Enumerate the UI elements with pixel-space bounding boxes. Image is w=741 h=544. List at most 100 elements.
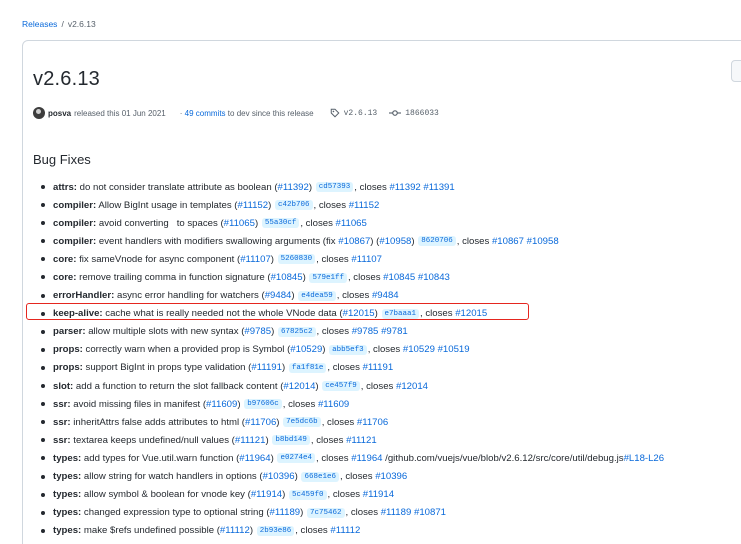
breadcrumb-separator: / [61,19,64,29]
issue-link[interactable]: #10871 [414,507,446,518]
issue-link[interactable]: #11391 [423,182,454,193]
issue-link[interactable]: #10958 [527,236,559,247]
issue-link[interactable]: #9785 [244,326,271,337]
issue-link[interactable]: #11065 [224,218,255,229]
avatar[interactable] [33,107,45,119]
issue-link[interactable]: #11609 [206,399,237,410]
commits-link[interactable]: 49 commits [185,109,226,118]
fix-scope: types: [53,471,82,483]
issue-link[interactable]: #10529 [403,344,435,355]
commit-hash-link[interactable]: 5260830 [277,254,316,265]
issue-link[interactable]: #10843 [418,272,450,283]
fix-scope: compiler: [53,217,97,229]
issue-link[interactable]: #11065 [336,218,367,229]
issue-link[interactable]: #11914 [251,489,282,500]
issue-link[interactable]: #9484 [372,290,399,301]
breadcrumb: Releases / v2.6.13 [22,19,96,29]
commit-hash-link[interactable]: fa1f81e [288,362,327,373]
issue-link[interactable]: #11112 [330,525,360,536]
list-item: compiler: event handlers with modifiers … [40,232,740,250]
issue-link[interactable]: #10396 [375,471,407,482]
breadcrumb-releases-link[interactable]: Releases [22,19,57,29]
list-item: ssr: avoid missing files in manifest (#1… [40,395,740,413]
fix-text: ) [268,199,274,211]
issue-link[interactable]: #11392 [389,182,420,193]
commits-suffix: to dev since this release [227,108,314,118]
issue-link[interactable]: #11609 [318,399,349,410]
fix-text: , closes [316,326,352,338]
commit-hash-link[interactable]: cd57393 [315,182,354,193]
fix-text: allow symbol & boolean for vnode key ( [81,489,251,501]
commit-hash-link[interactable]: 7e5dc6b [283,417,321,428]
release-tag[interactable]: v2.6.13 [344,109,378,118]
commit-hash-link[interactable]: 579e1ff [309,272,347,283]
issue-link[interactable]: #12014 [396,381,428,392]
fix-text: support BigInt in props type validation … [82,362,252,374]
list-item: errorHandler: async error handling for w… [40,287,740,305]
commit-hash-link[interactable]: b8bd149 [272,435,310,446]
fix-text: ) [300,507,306,519]
fix-text: ) [291,290,298,302]
issue-link[interactable]: #11189 [381,507,412,518]
issue-link[interactable]: #10529 [290,344,322,355]
issue-link[interactable]: #10958 [379,236,411,247]
issue-link[interactable]: #9781 [381,326,408,337]
release-commit[interactable]: 1866033 [405,109,439,118]
issue-link[interactable]: #11121 [346,435,377,446]
issue-link[interactable]: #12014 [283,381,315,392]
fix-text: ) [249,525,256,537]
commit-hash-link[interactable]: b97606c [244,399,282,410]
issue-link[interactable]: #11914 [363,489,394,500]
commit-hash-link[interactable]: 67825c2 [277,326,316,337]
issue-link[interactable]: #11121 [235,435,266,446]
issue-link[interactable]: #11112 [220,525,250,536]
fix-text: , closes [310,434,347,446]
fix-text: , closes [367,344,403,356]
commit-hash-link[interactable]: 55a30cf [261,218,300,229]
fix-text: correctly warn when a provided prop is S… [82,344,291,356]
author-link[interactable]: posva [48,109,71,118]
issue-link[interactable]: #10867 [492,236,524,247]
issue-link[interactable]: #11191 [363,362,394,373]
commit-hash-link[interactable]: abb5ef3 [329,344,367,355]
issue-link[interactable]: #10519 [438,344,470,355]
list-item: props: support BigInt in props type vali… [40,359,740,377]
issue-link[interactable]: #11964 [351,453,382,464]
fix-text: add types for Vue.util.warn function ( [81,452,240,464]
issue-link[interactable]: #11706 [245,417,276,428]
fix-scope: ssr: [53,434,71,446]
commit-hash-link[interactable]: e4dea59 [298,290,336,301]
issue-link[interactable]: #9785 [352,326,379,337]
commit-hash-link[interactable]: 668e1e6 [301,471,339,482]
fix-text: ) [254,217,261,229]
list-item: props: correctly warn when a provided pr… [40,341,740,359]
issue-link[interactable]: #9484 [265,290,292,301]
issue-link[interactable]: #11191 [251,362,282,373]
fix-scope: compiler: [53,199,97,211]
commit-hash-link[interactable]: 2b93e86 [256,525,295,536]
issue-link[interactable]: #10845 [271,272,303,283]
commit-hash-link[interactable]: 7c75462 [307,507,345,518]
fix-text: make $refs undefined possible ( [81,525,220,537]
commit-hash-link[interactable]: 8620706 [418,236,456,247]
list-item: types: make $refs undefined possible (#1… [40,522,740,540]
issue-link[interactable]: #11964 [239,453,270,464]
issue-link[interactable]: #11107 [351,254,382,265]
issue-link[interactable]: #10396 [263,471,295,482]
fix-scope: compiler: [53,235,97,247]
commit-hash-link[interactable]: e0274e4 [277,453,315,464]
commit-hash-link[interactable]: 5c459f0 [289,489,327,500]
commit-hash-link[interactable]: ce457f9 [322,381,360,392]
issue-link[interactable]: #11189 [270,507,301,518]
fix-scope: ssr: [53,398,71,410]
issue-link[interactable]: #11392 [278,182,309,193]
issue-link[interactable]: #11706 [357,417,388,428]
issue-link[interactable]: #10867 [338,236,370,247]
issue-link[interactable]: #11152 [238,200,269,211]
issue-link[interactable]: #11152 [349,200,380,211]
issue-link[interactable]: #11107 [240,254,271,265]
issue-link[interactable]: #L18-L26 [624,453,665,464]
issue-link[interactable]: #10845 [383,272,415,283]
release-menu-button[interactable] [731,60,741,82]
commit-hash-link[interactable]: c42b706 [274,200,313,211]
